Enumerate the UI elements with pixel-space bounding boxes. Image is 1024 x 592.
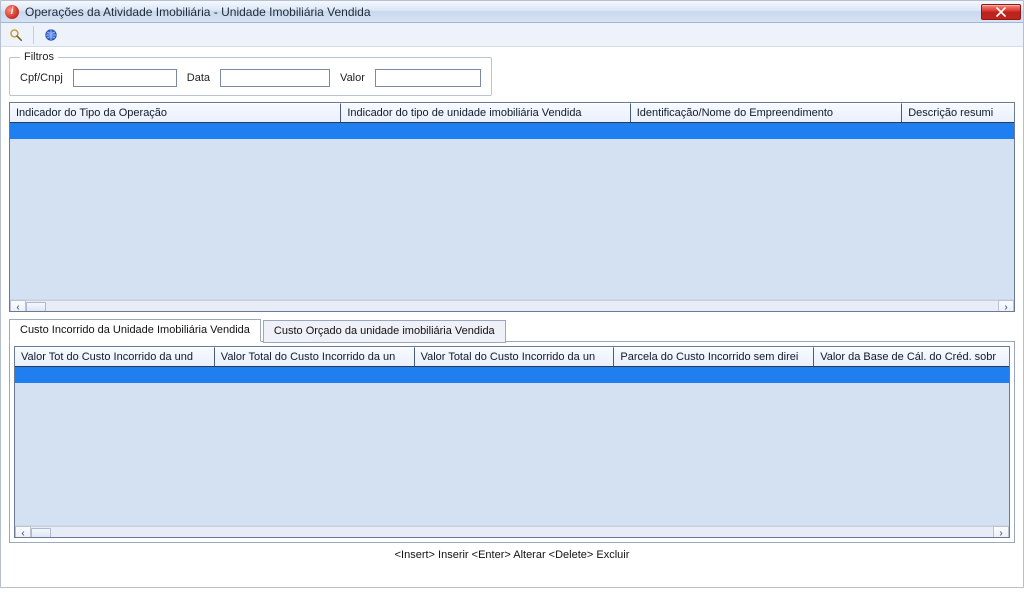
- column-header[interactable]: Indicador do Tipo da Operação: [10, 103, 341, 122]
- column-header[interactable]: Identificação/Nome do Empreendimento: [631, 103, 902, 122]
- window-title: Operações da Atividade Imobiliária - Uni…: [25, 5, 981, 19]
- toolbar-separator: [33, 26, 34, 44]
- scroll-thumb[interactable]: [31, 528, 51, 538]
- filters-legend: Filtros: [20, 51, 58, 63]
- cpf-label: Cpf/Cnpj: [20, 72, 63, 84]
- data-label: Data: [187, 72, 210, 84]
- cpf-input[interactable]: [73, 69, 177, 87]
- tab-custo-orcado[interactable]: Custo Orçado da unidade imobiliária Vend…: [263, 320, 506, 343]
- column-header[interactable]: Valor Total do Custo Incorrido da un: [415, 347, 615, 366]
- grid-selected-row[interactable]: [15, 367, 1009, 383]
- close-button[interactable]: [981, 4, 1021, 20]
- grid-operacoes[interactable]: Indicador do Tipo da OperaçãoIndicador d…: [9, 102, 1015, 312]
- column-header[interactable]: Valor Tot do Custo Incorrido da und: [15, 347, 215, 366]
- titlebar: i Operações da Atividade Imobiliária - U…: [1, 1, 1023, 23]
- tab-panel: Valor Tot do Custo Incorrido da undValor…: [9, 341, 1015, 543]
- column-header[interactable]: Descrição resumi: [902, 103, 1014, 122]
- scroll-track[interactable]: [31, 526, 993, 538]
- scroll-right-button[interactable]: ›: [998, 300, 1014, 312]
- filters-group: Filtros Cpf/Cnpj Data Valor: [9, 51, 492, 96]
- close-icon: [996, 7, 1006, 17]
- grid-hscrollbar[interactable]: ‹ ›: [15, 525, 1009, 538]
- grid-body[interactable]: [10, 139, 1014, 299]
- grid-hscrollbar[interactable]: ‹ ›: [10, 299, 1014, 312]
- scroll-thumb[interactable]: [26, 302, 46, 312]
- tab-strip: Custo Incorrido da Unidade Imobiliária V…: [9, 318, 1015, 341]
- scroll-track[interactable]: [26, 300, 998, 312]
- footer-hint: <Insert> Inserir <Enter> Alterar <Delete…: [9, 543, 1015, 565]
- data-input[interactable]: [220, 69, 330, 87]
- valor-label: Valor: [340, 72, 365, 84]
- tab-custo-incorrido[interactable]: Custo Incorrido da Unidade Imobiliária V…: [9, 319, 261, 342]
- grid-header-row: Valor Tot do Custo Incorrido da undValor…: [15, 347, 1009, 367]
- scroll-left-button[interactable]: ‹: [10, 300, 26, 312]
- scroll-left-button[interactable]: ‹: [15, 526, 31, 538]
- grid-body[interactable]: [15, 383, 1009, 525]
- column-header[interactable]: Indicador do tipo de unidade imobiliária…: [341, 103, 630, 122]
- help-button[interactable]: [40, 25, 62, 45]
- toolbar: [1, 23, 1023, 47]
- search-button[interactable]: [5, 25, 27, 45]
- scroll-right-button[interactable]: ›: [993, 526, 1009, 538]
- help-globe-icon: [44, 28, 58, 42]
- grid-selected-row[interactable]: [10, 123, 1014, 139]
- search-icon: [9, 28, 23, 42]
- column-header[interactable]: Parcela do Custo Incorrido sem direi: [614, 347, 814, 366]
- grid-custo-incorrido[interactable]: Valor Tot do Custo Incorrido da undValor…: [14, 346, 1010, 538]
- column-header[interactable]: Valor da Base de Cál. do Créd. sobr: [814, 347, 1009, 366]
- column-header[interactable]: Valor Total do Custo Incorrido da un: [215, 347, 415, 366]
- grid-header-row: Indicador do Tipo da OperaçãoIndicador d…: [10, 103, 1014, 123]
- valor-input[interactable]: [375, 69, 481, 87]
- app-icon: i: [5, 5, 19, 19]
